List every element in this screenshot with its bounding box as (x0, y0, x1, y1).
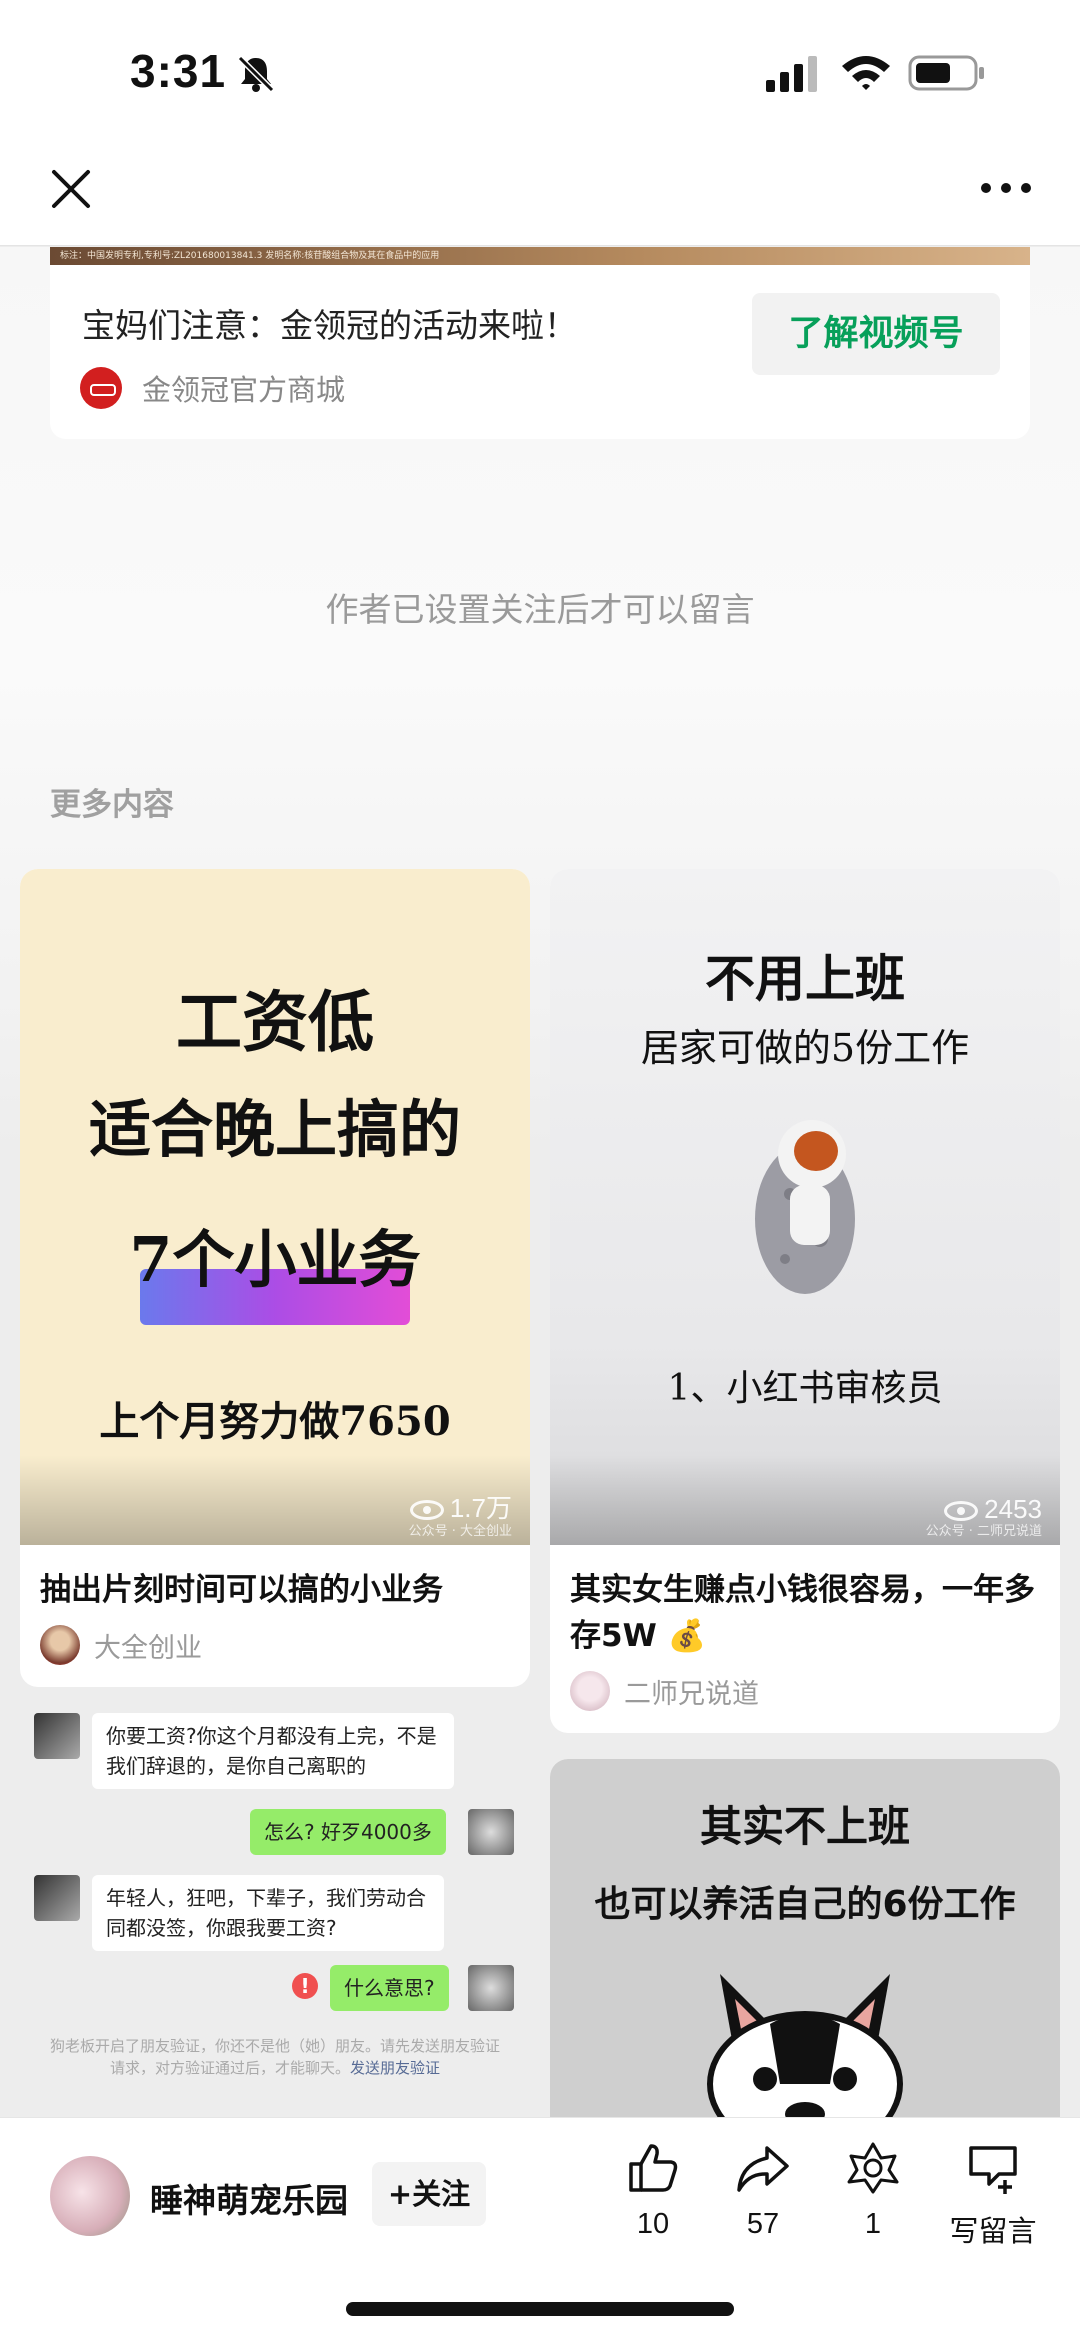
nav-bar (0, 140, 1080, 246)
comment-restriction-note: 作者已设置关注后才可以留言 (325, 590, 755, 629)
chat-avatar (34, 1713, 80, 1759)
thumb-line: 适合晚上搞的 (88, 1093, 461, 1166)
article-author[interactable]: 二师兄说道 (550, 1659, 1060, 1733)
recommend-flower-icon (847, 2142, 899, 2194)
ad-card[interactable]: 标注：中国发明专利,专利号:ZL201680013841.3 发明名称:核苷酸组… (50, 247, 1030, 439)
thumb-line: 居家可做的5份工作 (640, 1026, 970, 1070)
article-thumbnail: 其实不上班 也可以养活自己的6份工作 (550, 1759, 1060, 2117)
like-count: 10 (636, 2208, 670, 2240)
chat-avatar (468, 1965, 514, 2011)
wifi-icon (842, 56, 890, 90)
article-title: 抽出片刻时间可以搞的小业务 (40, 1572, 443, 1608)
chat-screenshot-card[interactable]: 你要工资?你这个月都没有上完，不是我们辞退的，是你自己离职的 怎么? 好歹400… (20, 1707, 530, 2117)
thumb-line: 工资低 (176, 983, 374, 1061)
account-avatar[interactable] (50, 2156, 130, 2236)
send-failed-icon: ! (292, 1973, 318, 1999)
chat-avatar (34, 1875, 80, 1921)
close-icon[interactable] (46, 164, 96, 214)
chat-avatar (468, 1809, 514, 1855)
eye-icon (409, 1500, 444, 1521)
thumb-line: 其实不上班 (699, 1802, 910, 1851)
account-name[interactable]: 睡神萌宠乐园 (150, 2174, 348, 2222)
dog-illustration (707, 1974, 903, 2117)
cellular-signal-icon (766, 56, 817, 92)
recommended-article-card[interactable]: 其实不上班 也可以养活自己的6份工作 (550, 1759, 1060, 2117)
home-indicator[interactable] (346, 2302, 734, 2316)
author-name: 大全创业 (94, 1632, 202, 1664)
status-bar: 3:31 (0, 0, 1080, 140)
more-content-heading: 更多内容 (50, 787, 174, 823)
article-author[interactable]: 大全创业 (20, 1613, 530, 1687)
learn-channel-button[interactable]: 了解视频号 (752, 293, 1000, 375)
thumb-line: 1、小红书审核员 (667, 1368, 943, 1409)
chat-system-message: 狗老板开启了朋友验证，你还不是他（她）朋友。请先发送朋友验证请求，对方验证通过后… (50, 2037, 501, 2077)
chat-bubble: 你要工资?你这个月都没有上完，不是我们辞退的，是你自己离职的 (92, 1713, 454, 1789)
chat-bubble: 怎么? 好歹4000多 (250, 1809, 446, 1855)
recommended-article-card[interactable]: 工资低 适合晚上搞的 7个小业务 上个月努力做7650 1.7万 公众号 · 大… (20, 869, 530, 1687)
astronaut-figure (755, 1120, 855, 1294)
comment-add-icon (969, 2146, 1017, 2194)
recommend-count: 1 (864, 2208, 882, 2240)
article-title: 其实女生赚点小钱很容易，一年多存5W 💰 (570, 1572, 1035, 1654)
ad-source: 金领冠官方商城 (142, 373, 346, 407)
thumb-watermark: 公众号 · 大全创业 (408, 1524, 512, 1539)
thumb-watermark: 公众号 · 二师兄说道 (925, 1524, 1042, 1539)
author-avatar (570, 1671, 610, 1711)
thumb-line: 也可以养活自己的6份工作 (594, 1884, 1016, 1925)
share-count: 57 (746, 2208, 780, 2240)
author-avatar (40, 1625, 80, 1665)
thumbs-up-icon (629, 2144, 678, 2192)
follow-button[interactable]: +关注 (372, 2162, 486, 2226)
ad-title: 宝妈们注意：金领冠的活动来啦！ (82, 306, 577, 345)
thumb-line: 不用上班 (705, 949, 905, 1008)
write-comment-button[interactable]: 写留言 (938, 2140, 1048, 2250)
article-thumbnail: 不用上班 居家可做的5份工作 1、小红书审核员 2453 公众号 · 二师兄说道 (550, 869, 1060, 1545)
battery-icon (908, 55, 984, 91)
share-arrow-icon (737, 2146, 789, 2192)
recommended-article-card[interactable]: 不用上班 居家可做的5份工作 1、小红书审核员 2453 公众号 · 二师兄说道… (550, 869, 1060, 1733)
share-button[interactable]: 57 (718, 2140, 808, 2241)
thumb-line: 7个小业务 (129, 1223, 421, 1296)
thumb-line: 上个月努力做7650 (99, 1398, 451, 1445)
more-options-icon[interactable] (978, 176, 1034, 200)
chat-bubble: 年轻人，狂吧，下辈子，我们劳动合同都没签，你跟我要工资? (92, 1875, 444, 1951)
article-thumbnail: 工资低 适合晚上搞的 7个小业务 上个月努力做7650 1.7万 公众号 · 大… (20, 869, 530, 1545)
write-comment-label: 写留言 (949, 2216, 1037, 2248)
brand-logo-icon (80, 367, 122, 409)
bell-muted-icon (237, 55, 275, 93)
recommend-button[interactable]: 1 (828, 2140, 918, 2241)
ad-image-strip: 标注：中国发明专利,专利号:ZL201680013841.3 发明名称:核苷酸组… (50, 247, 1030, 265)
chat-bubble: 什么意思? (330, 1965, 449, 2011)
author-name: 二师兄说道 (624, 1678, 759, 1710)
status-time: 3:31 (130, 45, 227, 97)
like-button[interactable]: 10 (608, 2140, 698, 2241)
eye-icon (944, 1501, 979, 1522)
article-content[interactable]: 标注：中国发明专利,专利号:ZL201680013841.3 发明名称:核苷酸组… (0, 247, 1080, 2117)
